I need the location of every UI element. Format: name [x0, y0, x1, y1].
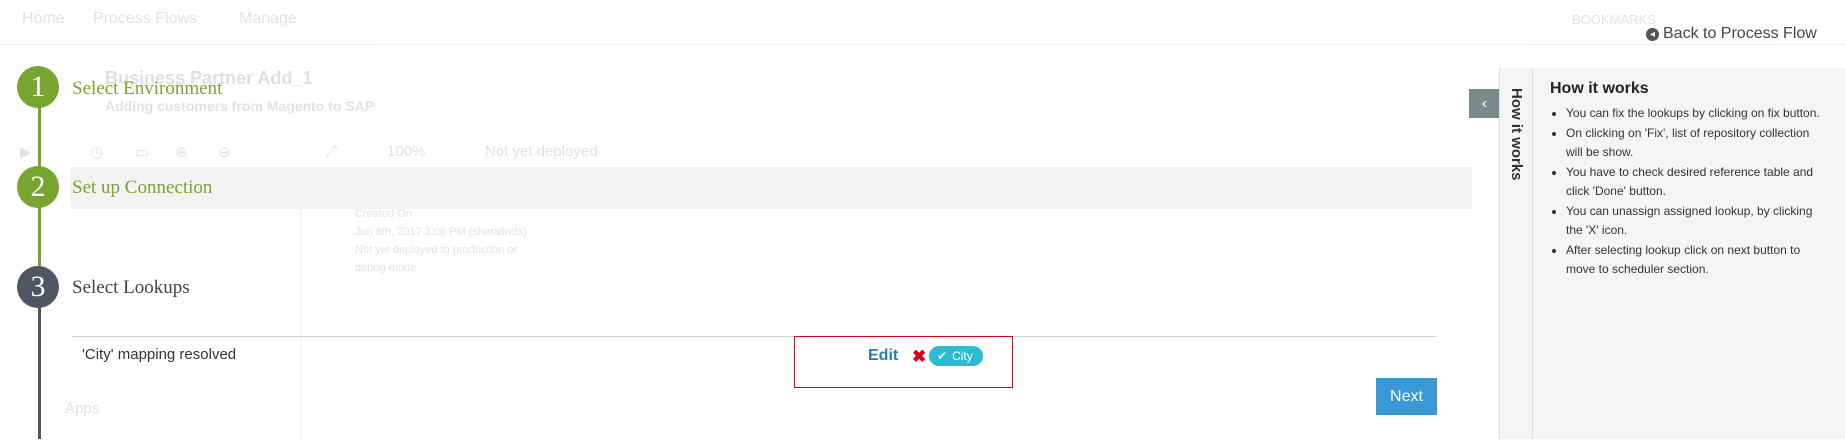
step-2-label[interactable]: Set up Connection: [72, 177, 212, 199]
step-connector: [38, 207, 41, 269]
step-connector: [38, 107, 41, 169]
step-connector: [38, 307, 41, 439]
how-it-works-tab[interactable]: How it works: [1500, 68, 1533, 439]
chevron-left-icon[interactable]: ‹: [1469, 89, 1500, 118]
list-item: You have to check desired reference tabl…: [1566, 163, 1820, 201]
step-3-label: Select Lookups: [72, 277, 190, 298]
edit-link[interactable]: Edit: [868, 347, 898, 365]
list-item: You can unassign assigned lookup, by cli…: [1566, 202, 1820, 240]
mapping-row-divider: [72, 336, 1437, 337]
step-3-number: 3: [17, 266, 59, 308]
mapping-status-text: 'City' mapping resolved: [82, 346, 237, 363]
arrow-left-circle-icon: ◂: [1646, 27, 1659, 41]
next-button[interactable]: Next: [1376, 378, 1437, 415]
how-it-works-panel: How it works How it works You can fix th…: [1499, 68, 1845, 439]
list-item: After selecting lookup click on next but…: [1566, 241, 1820, 279]
list-item: On clicking on 'Fix', list of repository…: [1566, 124, 1820, 162]
how-it-works-content: How it works You can fix the lookups by …: [1550, 80, 1820, 280]
how-it-works-tab-label: How it works: [1508, 88, 1525, 181]
active-step-highlight: [70, 167, 1472, 209]
lookup-wizard: ◂ Back to Process Flow 1 Select Environm…: [0, 0, 1845, 439]
list-item: You can fix the lookups by clicking on f…: [1566, 104, 1820, 123]
back-to-process-flow-link[interactable]: ◂ Back to Process Flow: [1646, 25, 1817, 43]
back-link-label: Back to Process Flow: [1663, 25, 1817, 42]
check-icon: ✔: [937, 349, 948, 363]
step-2-number[interactable]: 2: [17, 166, 59, 208]
lookup-tag-label: City: [952, 349, 973, 363]
step-1-number[interactable]: 1: [17, 66, 59, 108]
lookup-tag: ✔ City: [929, 346, 983, 366]
how-it-works-title: How it works: [1550, 80, 1649, 97]
how-it-works-list: You can fix the lookups by clicking on f…: [1550, 104, 1820, 279]
step-1-label[interactable]: Select Environment: [72, 78, 222, 100]
close-x-icon[interactable]: ✖: [912, 347, 926, 367]
